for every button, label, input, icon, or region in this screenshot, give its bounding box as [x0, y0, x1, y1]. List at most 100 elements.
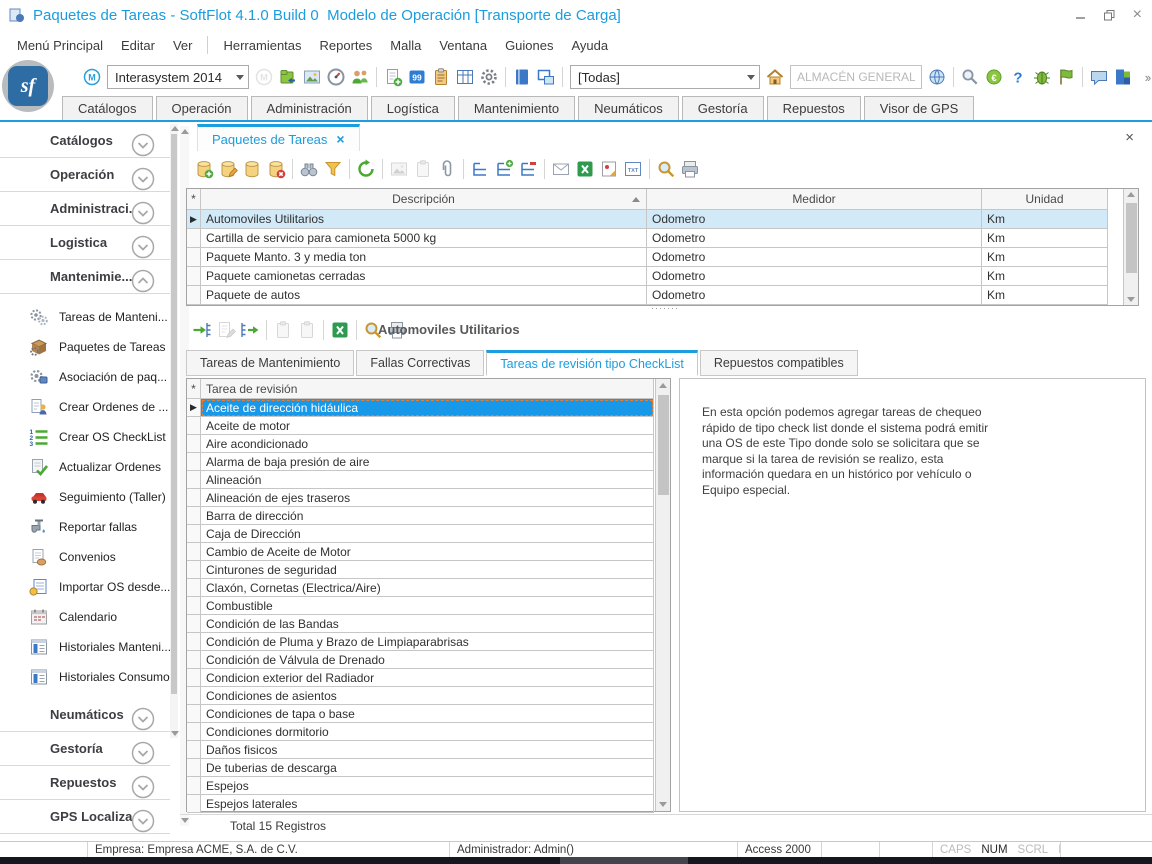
column-header-tarea-de-revision[interactable]: Tarea de revisión — [201, 379, 654, 399]
ribbon-tab-visor-de-gps[interactable]: Visor de GPS — [864, 96, 975, 120]
export-txt-icon[interactable]: TXT — [622, 158, 644, 180]
column-header-unidad[interactable]: Unidad — [982, 189, 1108, 210]
flag-icon[interactable] — [1055, 66, 1077, 88]
detail-tab-tareas-de-mantenimiento[interactable]: Tareas de Mantenimiento — [186, 350, 354, 376]
menu-ver[interactable]: Ver — [164, 34, 202, 57]
restore-button[interactable] — [1104, 10, 1115, 21]
package-row[interactable]: ▶Automoviles UtilitariosOdometroKm — [187, 210, 1138, 229]
add-record-icon[interactable] — [193, 158, 215, 180]
delete-record-icon[interactable] — [265, 158, 287, 180]
ribbon-tab-administracion[interactable]: Administración — [251, 96, 368, 120]
data-grid-icon[interactable] — [454, 66, 476, 88]
sidebar-category-catalogos[interactable]: Catálogos — [0, 124, 170, 158]
checklist-row[interactable]: Claxón, Cornetas (Electrica/Aire) — [187, 579, 670, 597]
filter-select[interactable]: [Todas] — [570, 65, 760, 89]
checklist-row[interactable]: Espejos laterales — [187, 795, 670, 813]
checklist-row[interactable]: Alineación — [187, 471, 670, 489]
attach-image-icon[interactable] — [388, 158, 410, 180]
splitter-handle[interactable]: ······· — [645, 306, 685, 314]
refresh-icon[interactable] — [355, 158, 377, 180]
notebook-icon[interactable] — [511, 66, 533, 88]
checklist-row[interactable]: Condiciones de asientos — [187, 687, 670, 705]
browse-records-icon[interactable] — [241, 158, 263, 180]
export-note-icon[interactable] — [598, 158, 620, 180]
package-row[interactable]: Paquete Manto. 3 y media tonOdometroKm — [187, 248, 1138, 267]
documents-close-icon[interactable]: × — [1125, 129, 1134, 146]
paste-icon[interactable] — [272, 319, 294, 341]
checklist-row[interactable]: ▶Aceite de dirección hidáulica — [187, 399, 670, 417]
sidebar-item-historiales-manteni[interactable]: Historiales Manteni... — [0, 632, 170, 662]
sidebar-category-gps-localiza[interactable]: GPS Localiza... — [0, 800, 170, 834]
settings-gear-icon[interactable] — [478, 66, 500, 88]
print-icon[interactable] — [679, 158, 701, 180]
dashboard-gauge-icon[interactable] — [325, 66, 347, 88]
print-window-icon[interactable] — [535, 66, 557, 88]
package-row[interactable]: Paquete camionetas cerradasOdometroKm — [187, 267, 1138, 286]
checklist-row[interactable]: Cinturones de seguridad — [187, 561, 670, 579]
menu-malla[interactable]: Malla — [381, 34, 430, 57]
warehouse-input[interactable] — [790, 65, 922, 89]
overflow-icon[interactable]: ›› — [1136, 66, 1152, 88]
packages-grid-scrollbar[interactable] — [1123, 189, 1138, 305]
document-tab-paquetes-de-tareas[interactable]: Paquetes de Tareas × — [197, 124, 360, 151]
sidebar-item-historiales-consumos[interactable]: Historiales Consumos — [0, 662, 170, 692]
checklist-row[interactable]: Cambio de Aceite de Motor — [187, 543, 670, 561]
sidebar-item-crear-ordenes-de[interactable]: Crear Ordenes de ... — [0, 392, 170, 422]
export-excel-icon[interactable] — [329, 319, 351, 341]
m-badge-disabled-icon[interactable]: M — [253, 66, 275, 88]
sidebar-category-mantenimie[interactable]: Mantenimie... — [0, 260, 170, 294]
minimize-button[interactable] — [1076, 10, 1086, 20]
clipboard-icon[interactable] — [412, 158, 434, 180]
sidebar-item-calendario[interactable]: Calendario — [0, 602, 170, 632]
checklist-row[interactable]: Aceite de motor — [187, 417, 670, 435]
m-badge-icon[interactable]: M — [81, 66, 103, 88]
checklist-row[interactable]: Aire acondicionado — [187, 435, 670, 453]
detail-tab-tareas-de-revision-tipo-checklist[interactable]: Tareas de revisión tipo CheckList — [486, 350, 697, 376]
close-button[interactable]: × — [1133, 6, 1142, 24]
menu-reportes[interactable]: Reportes — [311, 34, 382, 57]
column-header-medidor[interactable]: Medidor — [647, 189, 982, 210]
sidebar-category-gestoria[interactable]: Gestoría — [0, 732, 170, 766]
assign-task-icon[interactable] — [191, 319, 213, 341]
search-tools-icon[interactable] — [959, 66, 981, 88]
emergency-99-icon[interactable]: 99 — [406, 66, 428, 88]
sidebar-item-asociacion-de-paq[interactable]: Asociación de paq... — [0, 362, 170, 392]
currency-icon[interactable]: € — [983, 66, 1005, 88]
sidebar-category-neumaticos[interactable]: Neumáticos — [0, 698, 170, 732]
sidebar-item-tareas-de-manteni[interactable]: Tareas de Manteni... — [0, 302, 170, 332]
ribbon-tab-operacion[interactable]: Operación — [156, 96, 248, 120]
sidebar-category-administraci[interactable]: Administraci... — [0, 192, 170, 226]
debug-bug-icon[interactable] — [1031, 66, 1053, 88]
menu-ayuda[interactable]: Ayuda — [562, 34, 617, 57]
menu-editar[interactable]: Editar — [112, 34, 164, 57]
sidebar-item-paquetes-de-tareas[interactable]: Paquetes de Tareas — [0, 332, 170, 362]
menu-ventana[interactable]: Ventana — [430, 34, 496, 57]
checklist-row[interactable]: Condiciones dormitorio — [187, 723, 670, 741]
checklist-row[interactable]: De tuberias de descarga — [187, 759, 670, 777]
remove-task-icon[interactable] — [239, 319, 261, 341]
ribbon-tab-mantenimiento[interactable]: Mantenimiento — [458, 96, 575, 120]
help-icon[interactable]: ? — [1007, 66, 1029, 88]
ribbon-tab-gestoria[interactable]: Gestoría — [682, 96, 764, 120]
tree-remove-icon[interactable] — [517, 158, 539, 180]
checklist-row[interactable]: Condicion exterior del Radiador — [187, 669, 670, 687]
sidebar-item-actualizar-ordenes[interactable]: Actualizar Ordenes — [0, 452, 170, 482]
home-icon[interactable] — [764, 66, 786, 88]
sidebar-category-repuestos[interactable]: Repuestos — [0, 766, 170, 800]
attachment-icon[interactable] — [436, 158, 458, 180]
checklist-row[interactable]: Alarma de baja presión de aire — [187, 453, 670, 471]
ribbon-tab-catalogos[interactable]: Catálogos — [62, 96, 153, 120]
sidebar-category-operacion[interactable]: Operación — [0, 158, 170, 192]
export-excel-icon[interactable] — [574, 158, 596, 180]
checklist-row[interactable]: Daños fisicos — [187, 741, 670, 759]
sidebar-scrollbar-thumb[interactable] — [171, 134, 177, 694]
email-icon[interactable] — [550, 158, 572, 180]
menu-herramientas[interactable]: Herramientas — [214, 34, 310, 57]
sidebar-item-convenios[interactable]: Convenios — [0, 542, 170, 572]
package-row[interactable]: Cartilla de servicio para camioneta 5000… — [187, 229, 1138, 248]
menu-menu-principal[interactable]: Menú Principal — [8, 34, 112, 57]
new-document-icon[interactable] — [382, 66, 404, 88]
checklist-row[interactable]: Barra de dirección — [187, 507, 670, 525]
checklist-row[interactable]: Condición de Válvula de Drenado — [187, 651, 670, 669]
globe-icon[interactable] — [926, 66, 948, 88]
